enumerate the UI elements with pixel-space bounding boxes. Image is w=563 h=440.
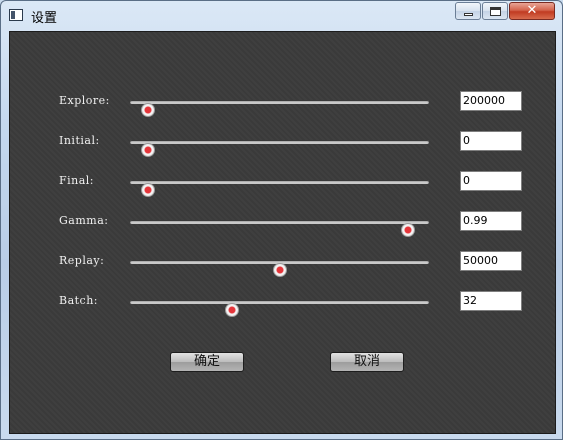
close-button[interactable]: ✕ bbox=[509, 2, 555, 20]
setting-row-final: Final: 0 bbox=[10, 171, 557, 197]
explore-value-input[interactable]: 200000 bbox=[460, 91, 522, 111]
setting-row-initial: Initial: 0 bbox=[10, 131, 557, 157]
window-frame: 设置 ✕ Explore: 200000 Initial: 0 Final: 0… bbox=[0, 0, 563, 440]
explore-slider-track[interactable] bbox=[130, 100, 429, 117]
initial-slider-track[interactable] bbox=[130, 140, 429, 157]
minimize-icon bbox=[464, 13, 473, 16]
app-window-icon bbox=[9, 9, 23, 21]
settings-panel: Explore: 200000 Initial: 0 Final: 0 Gamm… bbox=[9, 31, 556, 434]
maximize-button[interactable] bbox=[482, 2, 508, 20]
setting-row-replay: Replay: 50000 bbox=[10, 251, 557, 277]
replay-slider-track[interactable] bbox=[130, 260, 429, 277]
setting-label: Initial: bbox=[59, 134, 100, 147]
close-icon: ✕ bbox=[526, 3, 538, 18]
setting-label: Explore: bbox=[59, 94, 110, 107]
initial-value-input[interactable]: 0 bbox=[460, 131, 522, 151]
batch-value-input[interactable]: 32 bbox=[460, 291, 522, 311]
final-slider-track[interactable] bbox=[130, 180, 429, 197]
replay-value-input[interactable]: 50000 bbox=[460, 251, 522, 271]
gamma-value-input[interactable]: 0.99 bbox=[460, 211, 522, 231]
setting-label: Gamma: bbox=[59, 214, 109, 227]
gamma-slider-thumb[interactable] bbox=[401, 223, 416, 237]
setting-label: Batch: bbox=[59, 294, 99, 307]
batch-slider-track[interactable] bbox=[130, 300, 429, 317]
explore-slider-thumb[interactable] bbox=[140, 103, 155, 117]
window-title: 设置 bbox=[31, 11, 58, 26]
gamma-slider-track[interactable] bbox=[130, 220, 429, 237]
batch-slider-thumb[interactable] bbox=[224, 303, 239, 317]
setting-label: Replay: bbox=[59, 254, 105, 267]
title-bar[interactable]: 设置 ✕ bbox=[1, 1, 563, 29]
maximize-icon bbox=[490, 7, 501, 16]
replay-slider-thumb[interactable] bbox=[272, 263, 287, 277]
ok-button[interactable]: 确定 bbox=[170, 352, 244, 372]
minimize-button[interactable] bbox=[455, 2, 481, 20]
final-slider-thumb[interactable] bbox=[140, 183, 155, 197]
setting-row-batch: Batch: 32 bbox=[10, 291, 557, 317]
final-value-input[interactable]: 0 bbox=[460, 171, 522, 191]
initial-slider-thumb[interactable] bbox=[140, 143, 155, 157]
setting-label: Final: bbox=[59, 174, 95, 187]
setting-row-gamma: Gamma: 0.99 bbox=[10, 211, 557, 237]
cancel-button[interactable]: 取消 bbox=[330, 352, 404, 372]
setting-row-explore: Explore: 200000 bbox=[10, 91, 557, 117]
